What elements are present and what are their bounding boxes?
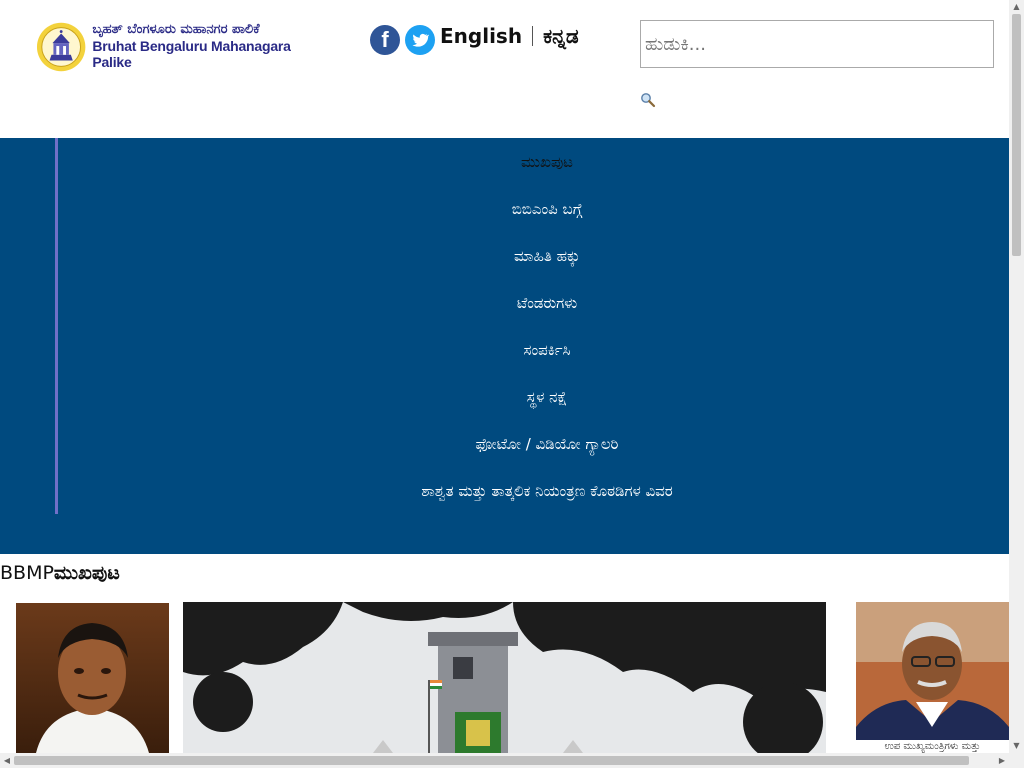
scroll-left-arrow-icon[interactable]: ◀ [0, 753, 14, 768]
main-navigation: ಮುಖಪುಟ ಬಿಬಿಎಂಪಿ ಬಗ್ಗೆ ಮಾಹಿತಿ ಹಕ್ಕು ಟೆಂಡರ… [0, 138, 1009, 554]
nav-item-tenders[interactable]: ಟೆಂಡರುಗಳು [0, 279, 1009, 326]
page-title-prefix: BBMP [0, 562, 54, 584]
page: ಬೃಹತ್ ಬೆಂಗಳೂರು ಮಹಾನಗರ ಪಾಲಿಕೆ Bruhat Beng… [0, 0, 1009, 753]
scroll-down-arrow-icon[interactable]: ▼ [1009, 739, 1024, 753]
scroll-up-arrow-icon[interactable]: ▲ [1009, 0, 1024, 14]
page-title-suffix: ಮುಖಪುಟ [53, 562, 120, 584]
logo-kannada-text: ಬೃಹತ್ ಬೆಂಗಳೂರು ಮಹಾನಗರ ಪಾಲಿಕೆ [92, 22, 260, 38]
nav-item-about-bbmp[interactable]: ಬಿಬಿಎಂಪಿ ಬಗ್ಗೆ [0, 185, 1009, 232]
scroll-right-arrow-icon[interactable]: ▶ [995, 753, 1009, 768]
facebook-icon[interactable]: f [370, 25, 400, 55]
twitter-icon[interactable] [405, 25, 435, 55]
page-title: BBMPಮುಖಪುಟ [0, 562, 120, 584]
bbmp-logo[interactable]: ಬೃಹತ್ ಬೆಂಗಳೂರು ಮಹಾನಗರ ಪಾಲಿಕೆ Bruhat Beng… [36, 20, 326, 74]
nav-item-rti[interactable]: ಮಾಹಿತಿ ಹಕ್ಕು [0, 232, 1009, 279]
social-links: f [370, 25, 435, 55]
deputy-chief-minister-photo: ಉಪ ಮುಖ್ಯಮಂತ್ರಿಗಳು ಮತ್ತು [856, 602, 1009, 753]
lang-separator [532, 26, 534, 46]
twitter-bird-icon [412, 33, 429, 47]
nav-item-gallery[interactable]: ಫೋಟೋ / ವಿಡಿಯೋ ಗ್ಯಾಲರಿ [0, 420, 1009, 467]
right-photo-caption: ಉಪ ಮುಖ್ಯಮಂತ್ರಿಗಳು ಮತ್ತು [856, 740, 1009, 753]
nav-item-home[interactable]: ಮುಖಪುಟ [0, 138, 1009, 185]
language-switcher: English ಕನ್ನಡ [440, 24, 579, 48]
chief-minister-photo [16, 603, 169, 753]
logo-english-text: Bruhat Bengaluru Mahanagara Palike [92, 38, 291, 71]
search-input[interactable] [640, 20, 994, 68]
lang-kannada-link[interactable]: ಕನ್ನಡ [543, 24, 579, 48]
bbmp-emblem-icon [36, 22, 86, 72]
vertical-scrollbar[interactable]: ▲ ▼ [1009, 0, 1024, 753]
lang-english-link[interactable]: English [440, 24, 522, 48]
nav-item-control-rooms[interactable]: ಶಾಶ್ವತ ಮತ್ತು ತಾತ್ಕಲಿಕ ನಿಯಂತ್ರಣ ಕೊಠಡಿಗಳ ವ… [0, 467, 1009, 514]
nav-item-sitemap[interactable]: ಸ್ಥಳ ನಕ್ಷೆ [0, 373, 1009, 420]
vertical-scroll-thumb[interactable] [1012, 14, 1021, 256]
magnifier-icon[interactable] [640, 92, 656, 108]
bbmp-building-photo [183, 602, 826, 753]
nav-item-contact[interactable]: ಸಂಪರ್ಕಿಸಿ [0, 326, 1009, 373]
horizontal-scroll-thumb[interactable] [14, 756, 969, 765]
horizontal-scrollbar[interactable]: ◀ ▶ [0, 753, 1009, 768]
scrollbar-corner [1009, 753, 1024, 768]
